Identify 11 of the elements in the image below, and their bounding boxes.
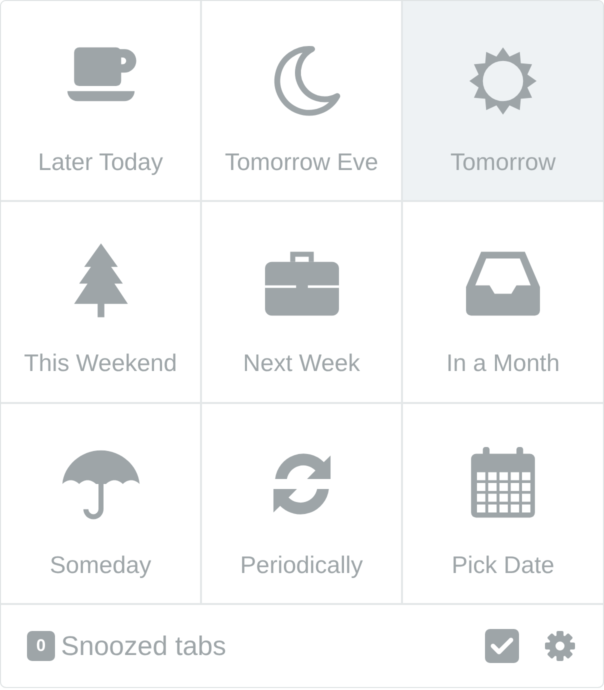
snooze-option[interactable]: Tomorrow Eve bbox=[202, 1, 403, 202]
count-badge: 0 bbox=[27, 631, 55, 661]
checkbox-icon[interactable] bbox=[485, 629, 519, 663]
snooze-option[interactable]: Tomorrow bbox=[403, 1, 603, 202]
snoozed-tabs-link[interactable]: Snoozed tabs bbox=[61, 626, 226, 666]
snooze-option[interactable]: This Weekend bbox=[1, 202, 202, 404]
snooze-option[interactable]: Later Today bbox=[1, 1, 202, 202]
snooze-option[interactable]: Next Week bbox=[202, 202, 403, 404]
settings-icon[interactable] bbox=[543, 629, 577, 663]
snooze-option[interactable]: Someday bbox=[1, 404, 202, 605]
snooze-option[interactable]: Periodically bbox=[202, 404, 403, 605]
